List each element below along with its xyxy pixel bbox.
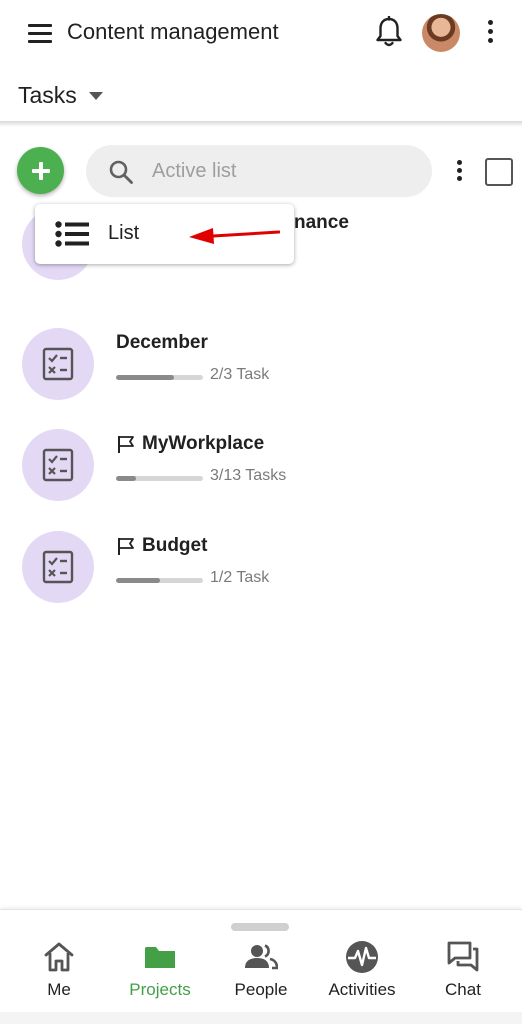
progress-text: 3/13 Tasks: [210, 467, 287, 484]
progress-fill: [116, 578, 160, 583]
flag-icon: [118, 538, 134, 555]
progress-bar: [116, 375, 203, 380]
section-title: Tasks: [18, 82, 77, 108]
nav-label: Projects: [129, 980, 191, 999]
checklist-icon: [22, 429, 94, 501]
search-input[interactable]: [152, 157, 412, 185]
progress-text: 2/3 Task: [210, 366, 270, 383]
nav-item-chat[interactable]: Chat: [413, 940, 513, 1002]
checklist-icon: [22, 531, 94, 603]
view-menu: List: [35, 204, 294, 264]
nav-item-people[interactable]: People: [211, 940, 311, 1002]
bottom-navigation: Me Projects People Activities Chat: [0, 909, 522, 1024]
nav-item-activities[interactable]: Activities: [312, 940, 412, 1002]
more-vert-icon[interactable]: [484, 20, 496, 46]
people-icon: [245, 944, 278, 970]
checklist-icon: [22, 328, 94, 400]
nav-item-me[interactable]: Me: [9, 940, 109, 1002]
app-bar: Content management: [0, 0, 522, 66]
app-title: Content management: [67, 19, 279, 44]
list-item-title-text: MyWorkplace: [142, 433, 265, 454]
menu-icon[interactable]: [28, 24, 52, 44]
progress-fill: [116, 375, 174, 380]
flag-icon: [118, 436, 134, 453]
view-menu-label: List: [108, 222, 140, 244]
list-item-title-text: December: [116, 332, 208, 353]
list-item[interactable]: December 2/3 Task: [0, 328, 522, 424]
chat-icon: [447, 941, 479, 972]
caret-down-icon: [88, 91, 103, 100]
nav-label: Chat: [445, 980, 481, 999]
list-item-title: MyWorkplace: [116, 433, 264, 455]
progress-text: 1/2 Task: [210, 569, 270, 586]
search-bar[interactable]: [86, 145, 432, 197]
home-icon: [44, 942, 74, 972]
progress-bar: [116, 578, 203, 583]
progress-bar: [116, 476, 203, 481]
progress-fill: [116, 476, 137, 481]
nav-label: Me: [47, 980, 71, 999]
section-dropdown[interactable]: Tasks: [18, 82, 103, 109]
red-arrow-annotation: [189, 228, 280, 244]
toolbar-more-icon[interactable]: [453, 160, 465, 184]
system-nav-bar: [0, 1012, 522, 1024]
plus-icon: [31, 161, 50, 180]
search-icon: [109, 160, 133, 184]
list-item-title-text: Budget: [142, 535, 208, 556]
header-divider: [0, 121, 522, 127]
nav-label: People: [234, 980, 288, 999]
nav-item-projects[interactable]: Projects: [110, 940, 210, 1002]
folder-icon: [145, 947, 175, 968]
activity-icon: [346, 941, 378, 973]
select-all-checkbox[interactable]: [485, 158, 513, 186]
list-item[interactable]: MyWorkplace 3/13 Tasks: [0, 429, 522, 525]
list-item-title: nance: [294, 212, 349, 234]
nav-label: Activities: [328, 980, 396, 999]
list-item-title: December: [116, 332, 208, 354]
list-icon: [55, 221, 89, 247]
bell-icon[interactable]: [374, 16, 404, 48]
drag-handle[interactable]: [231, 923, 289, 931]
list-item-title-text: nance: [294, 212, 349, 233]
list-item-title: Budget: [116, 535, 207, 557]
add-button[interactable]: [17, 147, 64, 194]
list-item[interactable]: Budget 1/2 Task: [0, 531, 522, 627]
user-avatar[interactable]: [422, 14, 460, 52]
